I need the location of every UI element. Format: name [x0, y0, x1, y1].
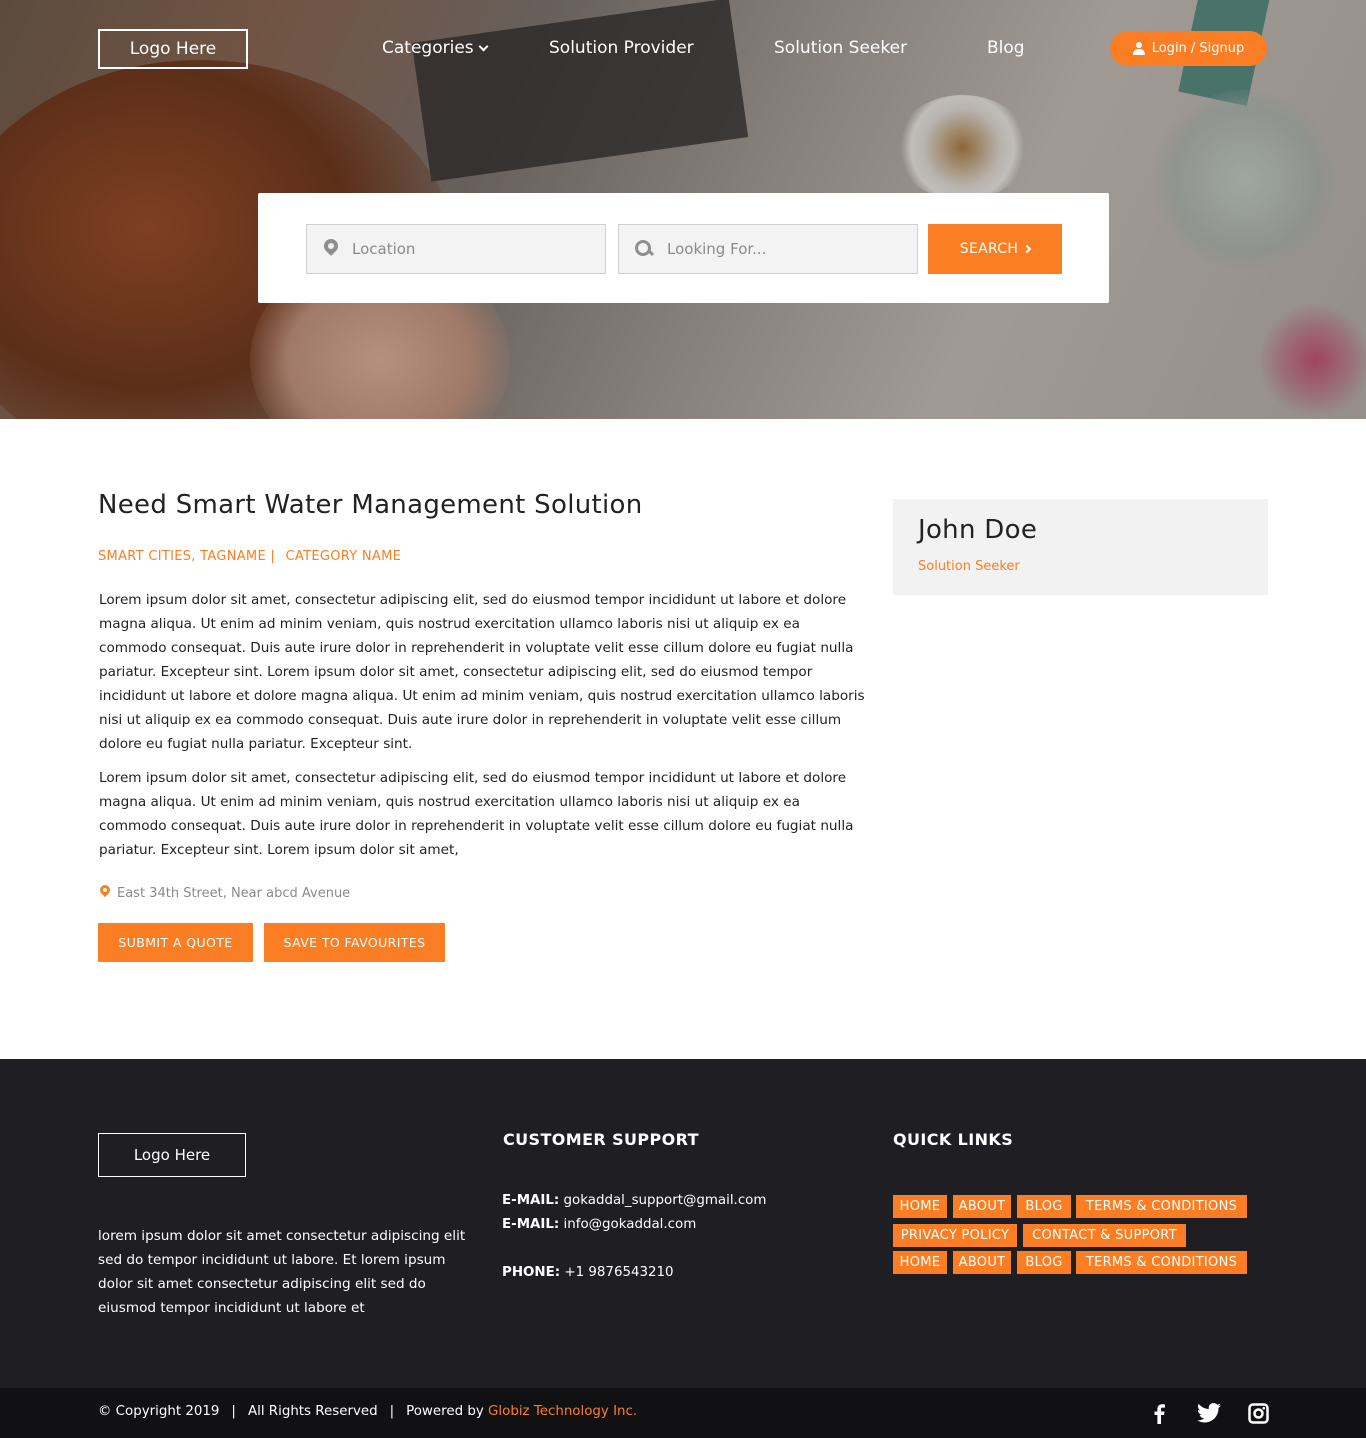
quick-link-terms[interactable]: TERMS & CONDITIONS: [1076, 1251, 1247, 1274]
location-input[interactable]: [352, 240, 582, 258]
quick-link-blog[interactable]: BLOG: [1017, 1251, 1071, 1274]
chevron-down-icon: [478, 41, 489, 52]
quick-link-home[interactable]: HOME: [893, 1195, 947, 1218]
address-text: East 34th Street, Near abcd Avenue: [117, 885, 351, 901]
profile-role: Solution Seeker: [918, 559, 1020, 574]
nav-solution-seeker[interactable]: Solution Seeker: [774, 38, 907, 58]
profile-name[interactable]: John Doe: [918, 515, 1037, 545]
quick-links-heading: QUICK LINKS: [893, 1130, 1014, 1149]
profile-card: John Doe Solution Seeker: [893, 499, 1268, 595]
phone-value[interactable]: +1 9876543210: [564, 1265, 673, 1280]
footer-about-text: lorem ipsum dolor sit amet consectetur a…: [98, 1228, 466, 1316]
support-email-1: E-MAIL: gokaddal_support@gmail.com: [502, 1193, 766, 1208]
looking-for-input[interactable]: [667, 240, 897, 258]
email-label: E-MAIL:: [502, 1217, 560, 1232]
separator: |: [389, 1404, 395, 1419]
email-value[interactable]: gokaddal_support@gmail.com: [564, 1193, 767, 1208]
support-email-2: E-MAIL: info@gokaddal.com: [502, 1217, 696, 1232]
search-icon: [635, 239, 654, 259]
post-paragraph-2: Lorem ipsum dolor sit amet, consectetur …: [99, 770, 854, 858]
hero-banner: Logo Here Categories Solution Provider S…: [0, 0, 1366, 419]
nav-blog[interactable]: Blog: [987, 38, 1025, 58]
nav-categories[interactable]: Categories: [382, 38, 489, 58]
post-paragraph-1: Lorem ipsum dolor sit amet, consectetur …: [99, 592, 865, 752]
quick-link-terms[interactable]: TERMS & CONDITIONS: [1076, 1195, 1247, 1218]
twitter-icon[interactable]: [1196, 1402, 1222, 1424]
submit-quote-button[interactable]: SUBMIT A QUOTE: [98, 923, 253, 962]
post-tags: SMART CITIES, TAGNAME | CATEGORY NAME: [98, 549, 407, 564]
login-signup-button[interactable]: Login / Signup: [1110, 31, 1267, 66]
copyright: © Copyright 2019 | All Rights Reserved | Pow…: [98, 1404, 637, 1419]
quick-link-contact[interactable]: CONTACT & SUPPORT: [1023, 1224, 1186, 1247]
post-title: Need Smart Water Management Solution: [98, 490, 643, 520]
footer: Logo Here lorem ipsum dolor sit amet con…: [0, 1059, 1366, 1388]
header-logo[interactable]: Logo Here: [98, 29, 248, 69]
support-phone: PHONE: +1 9876543210: [502, 1265, 674, 1280]
facebook-icon[interactable]: [1148, 1402, 1170, 1424]
nav-solution-provider[interactable]: Solution Provider: [549, 38, 694, 58]
looking-for-field[interactable]: [618, 224, 918, 274]
customer-support-heading: CUSTOMER SUPPORT: [503, 1130, 700, 1149]
email-value[interactable]: info@gokaddal.com: [564, 1217, 697, 1232]
quick-link-about[interactable]: ABOUT: [953, 1251, 1011, 1274]
brand-link[interactable]: Globiz Technology Inc.: [488, 1404, 637, 1419]
nav-categories-label: Categories: [382, 38, 474, 58]
instagram-icon[interactable]: [1247, 1402, 1269, 1424]
login-signup-label: Login / Signup: [1151, 41, 1245, 56]
user-icon: [1132, 42, 1145, 55]
save-favourites-button[interactable]: SAVE TO FAVOURITES: [264, 923, 445, 962]
quick-link-privacy[interactable]: PRIVACY POLICY: [893, 1224, 1017, 1247]
chevron-right-icon: [1022, 244, 1032, 254]
map-pin-icon: [99, 885, 111, 901]
search-button-label: SEARCH: [959, 241, 1019, 257]
location-field[interactable]: [306, 224, 606, 274]
quick-link-about[interactable]: ABOUT: [953, 1195, 1011, 1218]
rights-text: All Rights Reserved: [247, 1404, 378, 1419]
quick-link-home[interactable]: HOME: [893, 1251, 947, 1274]
search-button[interactable]: SEARCH: [928, 224, 1062, 274]
email-label: E-MAIL:: [502, 1193, 560, 1208]
map-pin-icon: [323, 239, 339, 259]
quick-link-blog[interactable]: BLOG: [1017, 1195, 1071, 1218]
footer-logo[interactable]: Logo Here: [98, 1133, 246, 1177]
separator: |: [231, 1404, 236, 1419]
powered-text: Powered by: [406, 1404, 484, 1419]
search-panel: SEARCH: [258, 193, 1109, 303]
tag-list[interactable]: SMART CITIES, TAGNAME |: [98, 549, 275, 564]
copyright-text: © Copyright 2019: [98, 1404, 220, 1419]
bottom-bar: © Copyright 2019 | All Rights Reserved | Pow…: [0, 1388, 1366, 1438]
phone-label: PHONE:: [502, 1265, 561, 1280]
post-address: East 34th Street, Near abcd Avenue: [99, 885, 350, 901]
category-name[interactable]: CATEGORY NAME: [286, 549, 402, 564]
